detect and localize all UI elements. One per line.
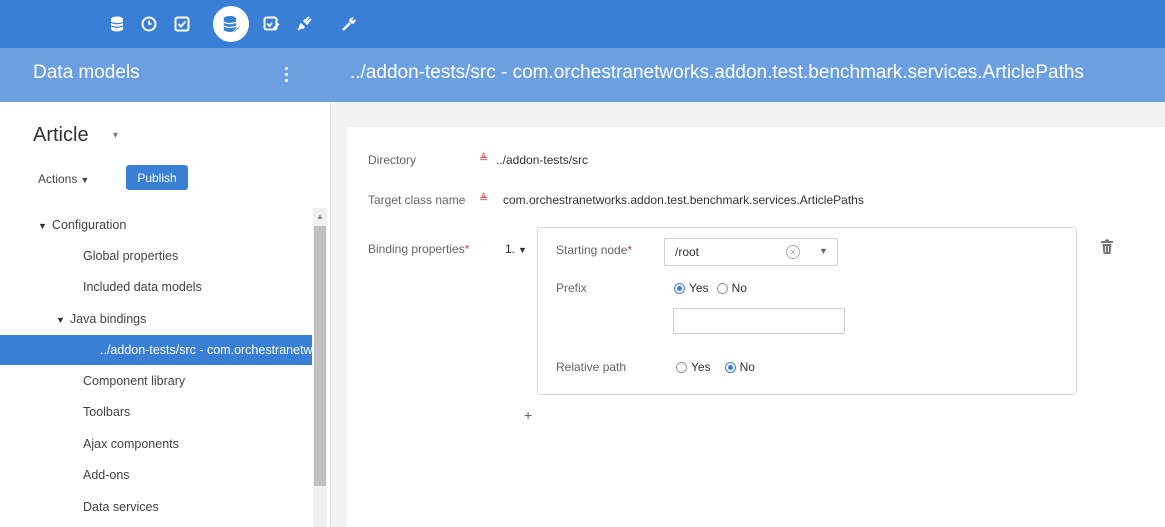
scrollbar-thumb[interactable]	[314, 226, 326, 486]
prefix-label: Prefix	[556, 281, 587, 295]
main-content: Directory ≜ ../addon-tests/src Target cl…	[331, 102, 1165, 527]
starting-node-text: Starting node	[556, 243, 628, 257]
expand-triangle-icon[interactable]: ▼	[38, 221, 47, 231]
expand-triangle-icon[interactable]: ▼	[56, 315, 65, 325]
binding-item-box: Starting node* /root × ▼ Prefix Yes No R…	[537, 227, 1077, 395]
tree-item-component-library[interactable]: Component library	[83, 366, 185, 396]
caret-down-icon: ▼	[80, 175, 90, 185]
relative-no-label: No	[739, 360, 755, 374]
actions-menu[interactable]: Actions ▼	[38, 172, 89, 186]
prefix-yes-radio[interactable]	[674, 282, 685, 294]
required-mark: *	[627, 243, 633, 257]
plug-icon[interactable]	[292, 12, 316, 36]
tree-item-label: Java bindings	[69, 312, 147, 326]
target-class-label: Target class name	[368, 193, 466, 207]
item-index-text: 1.	[505, 242, 516, 256]
directory-value: ../addon-tests/src	[496, 153, 589, 167]
chevron-down-icon[interactable]: ▼	[819, 246, 828, 256]
tree-item-ajax-components[interactable]: Ajax components	[83, 429, 179, 459]
header-bar: Data models ../addon-tests/src - com.orc…	[0, 48, 1165, 102]
prefix-radio-group: Yes No	[674, 281, 747, 295]
tree-item-global-properties[interactable]: Global properties	[83, 241, 178, 271]
actions-label: Actions	[38, 172, 78, 186]
binding-properties-text: Binding properties	[368, 242, 465, 256]
clear-icon[interactable]: ×	[786, 245, 800, 259]
prefix-input[interactable]	[673, 308, 845, 334]
starting-node-value: /root	[675, 245, 700, 259]
prefix-no-label: No	[731, 281, 747, 295]
tree-item-java-bindings[interactable]: ▼ Java bindings	[56, 304, 146, 334]
starting-node-select[interactable]: /root × ▼	[664, 238, 838, 266]
publish-button[interactable]: Publish	[126, 165, 188, 190]
tree-item-included-data-models[interactable]: Included data models	[83, 272, 202, 302]
relative-path-radio-group: Yes No	[676, 360, 755, 374]
tree-item-toolbars[interactable]: Toolbars	[83, 397, 130, 427]
chevron-down-icon[interactable]: ▾	[113, 130, 118, 141]
tree-item-label: ../addon-tests/src - com.orchestranetwor…	[100, 343, 312, 357]
panel-title: Data models	[33, 62, 140, 83]
form-card: Directory ≜ ../addon-tests/src Target cl…	[347, 127, 1165, 527]
sidebar: Article ▾ Actions ▼ Publish ▼ Configuratio…	[0, 102, 330, 527]
scroll-up-icon[interactable]: ▲	[316, 212, 324, 221]
edit-checkbox-icon[interactable]	[259, 12, 283, 36]
prefix-yes-label: Yes	[689, 281, 709, 295]
tree-item-configuration[interactable]: ▼ Configuration	[38, 210, 126, 240]
directory-label: Directory	[368, 153, 417, 167]
page-title: ../addon-tests/src - com.orchestranetwor…	[350, 62, 1084, 83]
add-icon[interactable]: +	[524, 407, 532, 423]
tree-item-add-ons[interactable]: Add-ons	[83, 460, 130, 490]
data-model-icon[interactable]	[213, 6, 249, 42]
relative-yes-label: Yes	[691, 360, 711, 374]
model-name[interactable]: Article	[33, 124, 89, 147]
tree-item-data-services[interactable]: Data services	[83, 492, 159, 522]
link-icon: ≜	[479, 193, 489, 205]
tree-item-label: Configuration	[51, 218, 127, 232]
prefix-no-radio[interactable]	[716, 282, 728, 294]
more-options-icon[interactable]	[278, 62, 294, 86]
starting-node-label: Starting node*	[556, 243, 632, 257]
binding-properties-label: Binding properties*	[368, 242, 469, 256]
sidebar-scrollbar[interactable]: ▲	[313, 208, 327, 527]
top-toolbar	[0, 0, 1165, 48]
database-icon[interactable]	[105, 12, 129, 36]
caret-down-icon[interactable]: ▼	[518, 245, 527, 255]
checkbox-icon[interactable]	[170, 12, 194, 36]
relative-no-radio[interactable]	[724, 361, 736, 373]
relative-path-label: Relative path	[556, 360, 627, 374]
item-index[interactable]: 1. ▼	[505, 242, 527, 256]
tree-item-selected-binding[interactable]: ../addon-tests/src - com.orchestranetwor…	[0, 335, 312, 365]
wrench-icon[interactable]	[337, 12, 361, 36]
link-icon: ≜	[479, 153, 489, 165]
target-class-value: com.orchestranetworks.addon.test.benchma…	[503, 193, 864, 207]
clock-icon[interactable]	[137, 12, 161, 36]
relative-yes-radio[interactable]	[676, 361, 687, 373]
trash-icon[interactable]	[1100, 239, 1114, 255]
required-mark: *	[464, 242, 470, 256]
